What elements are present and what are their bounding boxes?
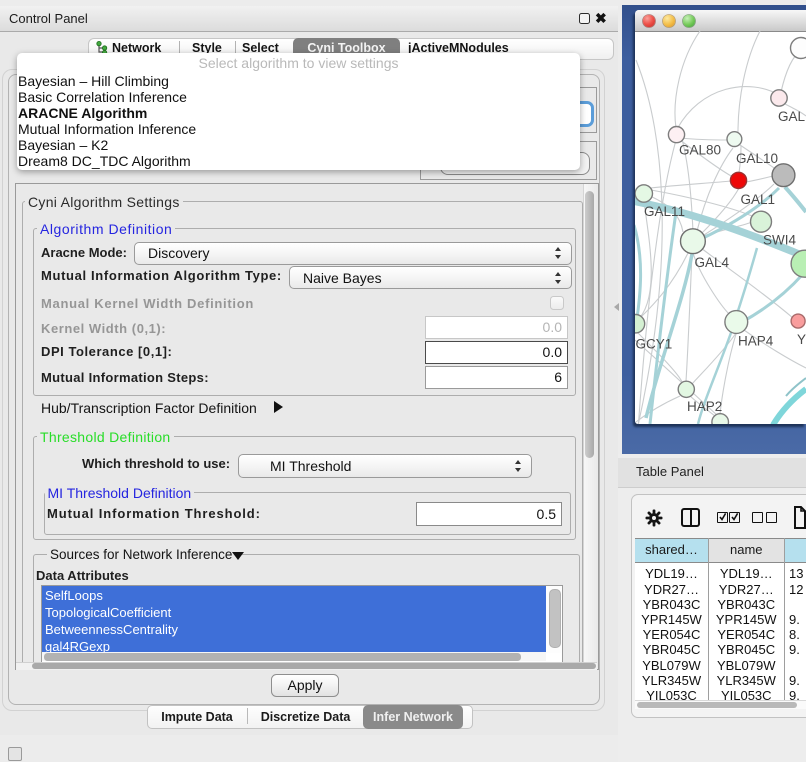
svg-text:HAP2: HAP2: [687, 399, 722, 414]
svg-text:GAL: GAL: [778, 109, 806, 124]
svg-text:SWI4: SWI4: [763, 233, 796, 248]
svg-text:GCY1: GCY1: [636, 337, 673, 352]
svg-text:GAL10: GAL10: [736, 151, 778, 166]
svg-text:GAL1: GAL1: [741, 192, 776, 207]
svg-text:HAP4: HAP4: [738, 334, 774, 349]
svg-text:GAL80: GAL80: [679, 143, 721, 158]
svg-text:GAL4: GAL4: [695, 255, 730, 270]
svg-text:Y: Y: [797, 332, 806, 347]
svg-text:GAL11: GAL11: [644, 204, 685, 219]
